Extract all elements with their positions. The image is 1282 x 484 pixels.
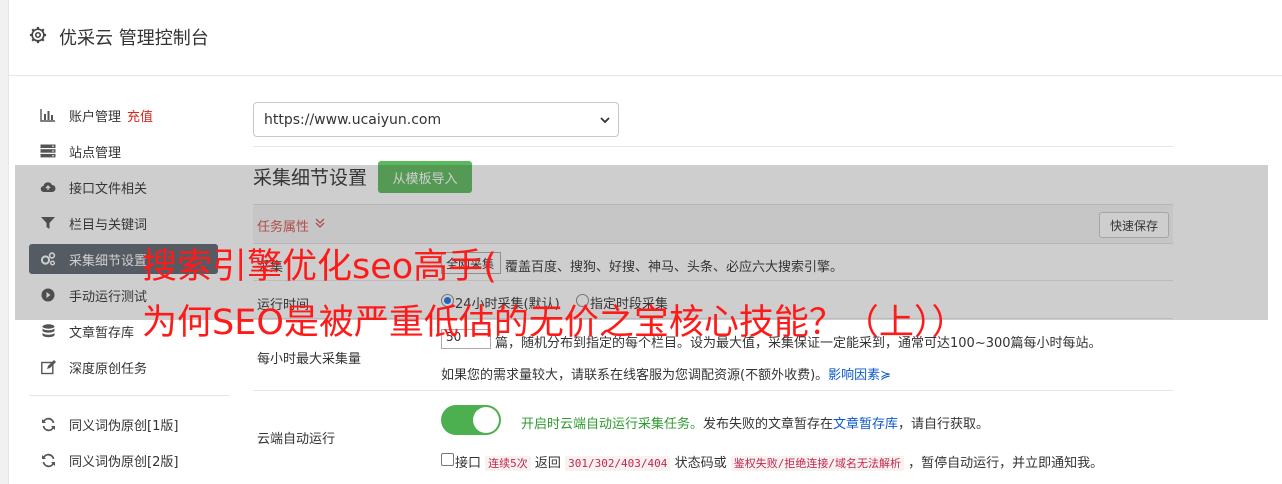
article-store-link[interactable]: 文章暂存库	[833, 417, 898, 432]
sidebar-divider	[29, 395, 229, 396]
recharge-link[interactable]: 充值	[127, 106, 153, 125]
api-text: ，暂停自动运行，并立即通知我。	[908, 456, 1104, 471]
max-per-hour-label: 每小时最大采集量	[257, 352, 362, 367]
refresh-icon	[40, 416, 56, 432]
max-per-hour-note: 如果您的需求量较大，请联系在线客服为您调配资源(不额外收费)。影响因素≽	[441, 364, 891, 383]
cloud-run-label: 云端自动运行	[257, 432, 336, 447]
api-code: 连续5次	[485, 456, 531, 471]
server-icon	[40, 143, 56, 159]
sidebar-item-label: 深度原创任务	[69, 361, 148, 377]
sidebar-item-deep-original[interactable]: 深度原创任务	[29, 352, 218, 382]
sidebar-item-label: 同义词伪原创[1版]	[69, 418, 179, 434]
sidebar-item-sites[interactable]: 站点管理	[29, 136, 218, 166]
bar-chart-icon	[40, 107, 56, 123]
cloud-run-desc-end: ，请自行获取。	[898, 417, 990, 432]
cloud-run-toggle[interactable]	[441, 405, 501, 435]
influence-factors-link[interactable]: 影响因素	[828, 368, 880, 383]
sidebar-item-synonym-v1[interactable]: 同义词伪原创[1版]	[29, 409, 218, 439]
api-code: 鉴权失败/拒绝连接/域名无法解析	[730, 456, 904, 471]
page-title: 优采云 管理控制台	[59, 28, 209, 49]
database-icon	[40, 323, 56, 339]
header: 优采云 管理控制台	[9, 0, 1282, 76]
sidebar-item-synonym-v2[interactable]: 同义词伪原创[2版]	[29, 445, 218, 475]
sidebar-item-label: 同义词伪原创[2版]	[69, 454, 179, 470]
toggle-knob	[473, 407, 499, 433]
api-code: 301/302/403/404	[565, 456, 671, 471]
sidebar-item-account[interactable]: 账户管理 充值	[29, 100, 218, 130]
sidebar-item-label: 站点管理	[69, 145, 122, 161]
watermark-line-2: 为何SEO是被严重低估的无价之宝核心技能？（上））	[142, 303, 967, 343]
chevron-down-icon: ≽	[880, 368, 892, 383]
cloud-run-desc-mid: 发布失败的文章暂存在	[703, 417, 834, 432]
row-divider	[253, 390, 1173, 391]
gray-overlay-band	[15, 165, 1268, 320]
gear-icon	[29, 26, 47, 44]
api-text: 接口	[455, 456, 482, 471]
api-fail-checkbox[interactable]	[441, 453, 454, 466]
api-text: 状态码或	[674, 456, 727, 471]
refresh-icon	[40, 452, 56, 468]
site-select-value: https://www.ucaiyun.com	[264, 111, 442, 128]
max-per-hour-note-text: 如果您的需求量较大，请联系在线客服为您调配资源(不额外收费)。	[441, 368, 829, 383]
api-fail-desc: 接口 连续5次 返回 301/302/403/404 状态码或 鉴权失败/拒绝连…	[455, 452, 1103, 471]
chevron-down-icon	[600, 117, 610, 124]
sidebar-item-label: 文章暂存库	[69, 325, 135, 341]
sidebar-item-label: 账户管理	[69, 109, 122, 125]
site-select[interactable]: https://www.ucaiyun.com	[253, 102, 619, 137]
edit-icon	[40, 359, 56, 375]
api-text: 返回	[534, 456, 561, 471]
cloud-run-desc: 开启时云端自动运行采集任务。发布失败的文章暂存在文章暂存库，请自行获取。	[521, 413, 989, 432]
cloud-run-desc-green: 开启时云端自动运行采集任务。	[521, 417, 704, 432]
divider	[253, 146, 1173, 147]
watermark-line-1: 搜索引擎优化seo高手(	[142, 247, 497, 287]
